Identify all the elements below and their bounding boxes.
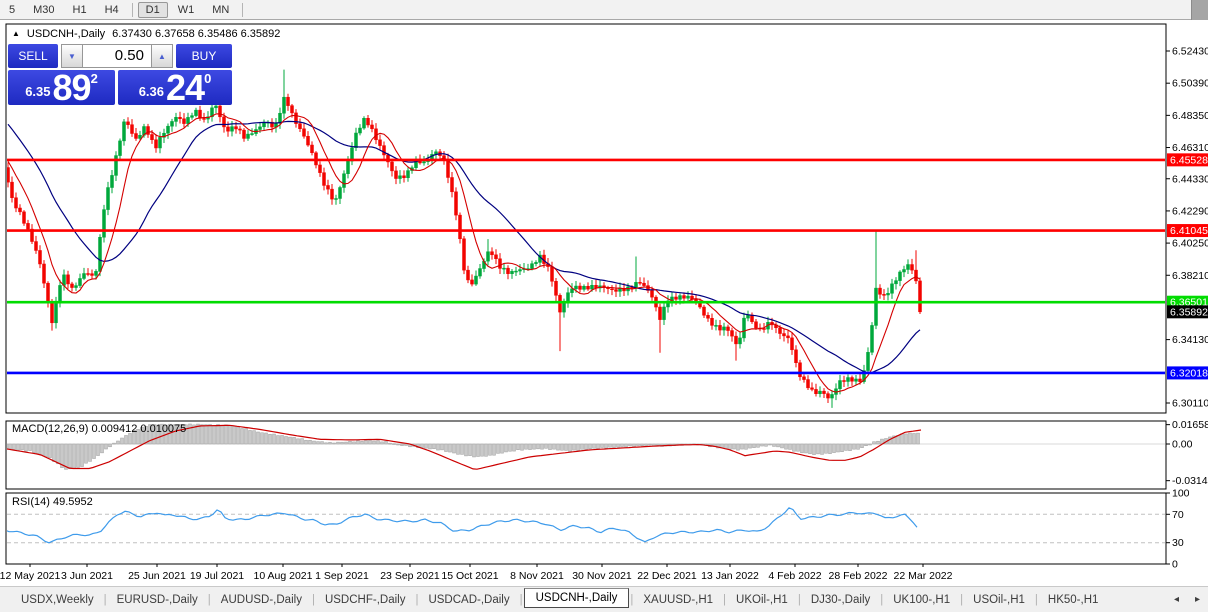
- price-tick-label: 6.40250: [1172, 238, 1208, 250]
- buy-button[interactable]: BUY: [176, 44, 232, 68]
- rsi-panel: [5, 492, 1167, 565]
- volume-input[interactable]: 0.50: [83, 44, 151, 68]
- date-axis: 12 May 2021 3 Jun 2021 25 Jun 2021 19 Jul 2…: [0, 564, 953, 582]
- price-tick-label: 6.42290: [1172, 205, 1208, 217]
- macd-axis-label: 0.016586: [1172, 419, 1208, 431]
- price-tick-label: 6.52430: [1172, 46, 1208, 58]
- date-label: 22 Mar 2022: [894, 570, 953, 582]
- rsi-axis-label: 100: [1172, 488, 1190, 500]
- buy-price-button[interactable]: 6.36 24 0: [118, 67, 232, 108]
- rsi-label: RSI(14) 49.5952: [12, 496, 93, 508]
- sell-button[interactable]: SELL: [8, 44, 58, 68]
- sell-price-prefix: 6.35: [25, 84, 51, 99]
- buy-price-sup: 0: [204, 71, 212, 86]
- rsi-axis-label: 70: [1172, 509, 1184, 521]
- one-click-trading-panel: SELL ▼ 0.50 ▲ BUY 6.35 89 2 6.36 24 0: [8, 44, 232, 108]
- chart-header: ▲ USDCNH-,Daily 6.37430 6.37658 6.35486 …: [12, 28, 280, 40]
- macd-label: MACD(12,26,9) 0.009412 0.010075: [12, 423, 187, 435]
- price-tick-label: 6.48350: [1172, 110, 1208, 122]
- price-tag-6.32018: 6.32018: [1167, 366, 1208, 380]
- chart-symbol-period: USDCNH-,Daily: [26, 28, 106, 40]
- rsi-axis-label: 30: [1172, 537, 1184, 549]
- price-tick-label: 6.50390: [1172, 78, 1208, 90]
- trading-platform-window: 5 M30 H1 H4 D1 W1 MN 6.52430 6.50390 6.48350 6.46…: [0, 0, 1208, 612]
- date-label: 10 Aug 2021: [254, 570, 313, 582]
- volume-up-button[interactable]: ▲: [151, 44, 173, 68]
- date-label: 15 Oct 2021: [441, 570, 498, 582]
- sell-price-big: 89: [52, 67, 92, 108]
- chevron-down-icon: ▼: [68, 51, 76, 61]
- price-tag-6.35892: 6.35892: [1167, 305, 1208, 319]
- chevron-up-icon: ▲: [158, 51, 166, 61]
- date-label: 13 Jan 2022: [701, 570, 759, 582]
- rsi-axis: 100 70 30 0: [1166, 488, 1190, 571]
- chart-ohlc-values: 6.37430 6.37658 6.35486 6.35892: [112, 28, 281, 40]
- price-tick-label: 6.30110: [1172, 398, 1208, 410]
- buy-price-big: 24: [166, 67, 205, 108]
- price-axis: 6.52430 6.50390 6.48350 6.46310 6.44330 6.422…: [1166, 46, 1208, 410]
- svg-text:6.45528: 6.45528: [1170, 154, 1208, 166]
- price-tag-6.41045: 6.41045: [1167, 224, 1208, 238]
- date-label: 12 May 2021: [0, 570, 61, 582]
- volume-spinner: ▼ 0.50 ▲: [61, 44, 173, 68]
- price-tag-6.45528: 6.45528: [1167, 153, 1208, 167]
- sell-price-sup: 2: [90, 71, 98, 86]
- date-label: 19 Jul 2021: [190, 570, 244, 582]
- price-tick-label: 6.34130: [1172, 334, 1208, 346]
- svg-text:6.32018: 6.32018: [1170, 367, 1208, 379]
- svg-text:6.41045: 6.41045: [1170, 225, 1208, 237]
- date-label: 3 Jun 2021: [61, 570, 113, 582]
- macd-axis-label: 0.00: [1172, 439, 1193, 451]
- price-tick-label: 6.46310: [1172, 142, 1208, 154]
- date-label: 8 Nov 2021: [510, 570, 564, 582]
- date-label: 1 Sep 2021: [315, 570, 369, 582]
- price-tick-label: 6.38210: [1172, 270, 1208, 282]
- date-label: 25 Jun 2021: [128, 570, 186, 582]
- date-label: 4 Feb 2022: [768, 570, 821, 582]
- date-label: 23 Sep 2021: [380, 570, 440, 582]
- macd-axis-label: -0.031421: [1172, 475, 1208, 487]
- date-label: 30 Nov 2021: [572, 570, 632, 582]
- date-label: 22 Dec 2021: [637, 570, 697, 582]
- macd-axis: 0.016586 0.00 -0.031421: [1166, 419, 1208, 487]
- volume-down-button[interactable]: ▼: [61, 44, 83, 68]
- sell-price-button[interactable]: 6.35 89 2: [8, 67, 115, 108]
- rsi-axis-label: 0: [1172, 559, 1178, 571]
- buy-price-prefix: 6.36: [138, 84, 165, 99]
- price-tick-label: 6.44330: [1172, 173, 1208, 185]
- date-label: 28 Feb 2022: [829, 570, 888, 582]
- collapse-chart-icon[interactable]: ▲: [12, 30, 20, 38]
- svg-text:6.35892: 6.35892: [1170, 306, 1208, 318]
